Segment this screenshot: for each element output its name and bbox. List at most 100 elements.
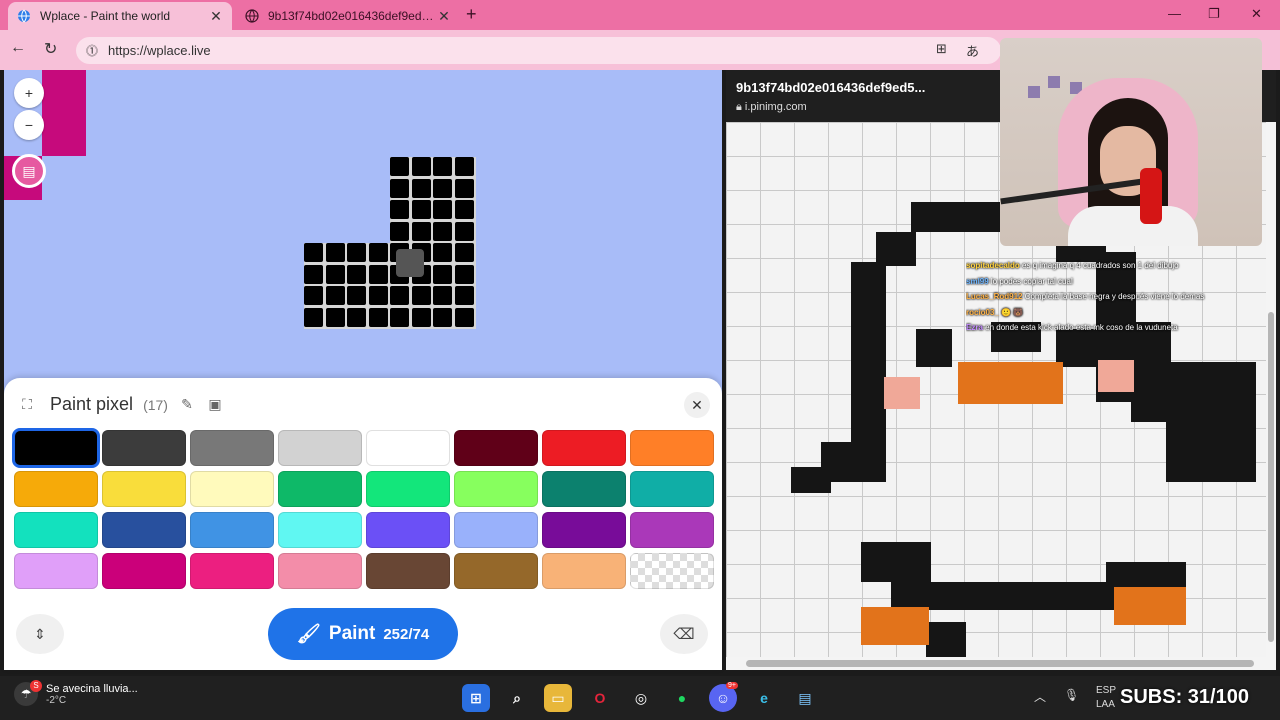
vertical-scrollbar[interactable]: [1266, 122, 1276, 657]
collapse-toggle-button[interactable]: ⇕: [16, 614, 64, 654]
color-swatch[interactable]: [190, 553, 274, 589]
color-swatch[interactable]: [102, 512, 186, 548]
color-swatch[interactable]: [542, 512, 626, 548]
zoom-out-button[interactable]: −: [14, 110, 44, 140]
address-bar[interactable]: ⓵ https://wplace.live: [76, 37, 1001, 64]
expand-icon[interactable]: ⛶: [18, 396, 36, 413]
color-swatch[interactable]: [190, 471, 274, 507]
color-swatch[interactable]: [366, 553, 450, 589]
weather-temp: -2°C: [46, 694, 67, 706]
globe-icon: [244, 8, 260, 24]
black-pixel: [455, 308, 474, 327]
drawing-stroke: [876, 232, 916, 266]
color-swatch[interactable]: [278, 553, 362, 589]
black-pixel: [455, 179, 474, 198]
chat-message: Ezra en donde esta kick alado esta mk co…: [966, 320, 1266, 336]
zoom-in-button[interactable]: +: [14, 78, 44, 108]
apps-icon[interactable]: ⊞: [936, 41, 947, 57]
drawing-stroke: [1166, 362, 1256, 482]
restore-icon[interactable]: ❐: [1208, 6, 1220, 22]
wall-frame: [1028, 86, 1040, 98]
paint-button[interactable]: 🖌 Paint 252/74: [268, 608, 458, 660]
color-swatch[interactable]: [278, 512, 362, 548]
color-swatch[interactable]: [630, 430, 714, 466]
search-icon[interactable]: ⌕: [503, 684, 531, 712]
color-swatch[interactable]: [454, 471, 538, 507]
site-info-icon[interactable]: ⓵: [86, 42, 98, 59]
close-icon[interactable]: ✕: [436, 8, 452, 25]
globe-icon: [16, 8, 32, 24]
black-pixel: [455, 157, 474, 176]
black-pixel: [412, 179, 431, 198]
color-swatch[interactable]: [102, 430, 186, 466]
scrollbar-thumb[interactable]: [746, 660, 1254, 667]
black-pixel: [326, 243, 345, 262]
browser-tab-strip: Wplace - Paint the world ✕ 9b13f74bd02e0…: [0, 0, 1280, 30]
twitch-icon[interactable]: ▤: [12, 154, 46, 188]
color-swatch[interactable]: [630, 471, 714, 507]
paint-panel: ⛶ Paint pixel (17) ✎ ▣ ✕ ⇕ 🖌 Paint 252/7…: [4, 378, 722, 670]
opera-icon[interactable]: O: [586, 684, 614, 712]
window-close-icon[interactable]: ✕: [1251, 6, 1262, 22]
obs-icon[interactable]: ◎: [627, 684, 655, 712]
image-icon[interactable]: ▣: [206, 396, 224, 413]
color-swatch[interactable]: [102, 471, 186, 507]
horizontal-scrollbar[interactable]: [726, 657, 1276, 670]
color-swatch[interactable]: [630, 512, 714, 548]
color-swatch[interactable]: [454, 512, 538, 548]
tray-expand-icon[interactable]: ︿: [1034, 688, 1046, 705]
black-pixel: [433, 243, 452, 262]
color-swatch[interactable]: [454, 430, 538, 466]
paint-panel-header: ⛶ Paint pixel (17) ✎ ▣: [18, 394, 224, 415]
color-swatch[interactable]: [278, 471, 362, 507]
chat-message: rocio03_ 🙂 🐻: [966, 305, 1266, 321]
spotify-icon[interactable]: ●: [668, 684, 696, 712]
close-icon[interactable]: ✕: [208, 8, 224, 25]
new-tab-icon[interactable]: +: [466, 4, 477, 25]
weather-widget[interactable]: ☂ Se avecina lluvia... -2°C S: [14, 680, 138, 706]
black-pixel: [347, 243, 366, 262]
color-swatch[interactable]: [542, 471, 626, 507]
microphone-icon[interactable]: 🎙︎: [1064, 688, 1079, 702]
color-swatch[interactable]: [542, 430, 626, 466]
color-swatch[interactable]: [278, 430, 362, 466]
brush-icon: 🖌: [296, 624, 321, 645]
subs-counter: SUBS: 31/100: [1120, 686, 1249, 708]
screen: Wplace - Paint the world ✕ 9b13f74bd02e0…: [0, 0, 1280, 720]
color-swatch[interactable]: [366, 471, 450, 507]
minimize-icon[interactable]: —: [1168, 6, 1181, 21]
color-swatch[interactable]: [454, 553, 538, 589]
black-pixel: [390, 179, 409, 198]
chat-username: Ezra: [966, 323, 986, 333]
tab-wplace[interactable]: Wplace - Paint the world ✕: [8, 2, 232, 30]
color-swatch-transparent[interactable]: [630, 553, 714, 589]
black-pixel: [433, 265, 452, 284]
black-pixel: [433, 179, 452, 198]
close-panel-button[interactable]: ✕: [684, 392, 710, 418]
color-swatch[interactable]: [14, 512, 98, 548]
reload-icon[interactable]: ↻: [44, 39, 57, 59]
color-swatch[interactable]: [366, 430, 450, 466]
scrollbar-thumb[interactable]: [1268, 312, 1274, 642]
color-swatch[interactable]: [190, 430, 274, 466]
back-icon[interactable]: ←: [10, 39, 26, 57]
color-swatch[interactable]: [12, 428, 100, 468]
color-swatch[interactable]: [14, 553, 98, 589]
file-explorer-icon[interactable]: ▭: [544, 684, 572, 712]
notepad-icon[interactable]: ▤: [791, 684, 819, 712]
language-indicator[interactable]: ESP LAA: [1096, 684, 1116, 712]
pencil-icon[interactable]: ✎: [178, 396, 196, 413]
color-swatch[interactable]: [14, 471, 98, 507]
tab-pinimg[interactable]: 9b13f74bd02e016436def9ed581… ✕: [236, 2, 460, 30]
translate-icon[interactable]: あ: [966, 41, 979, 60]
color-swatch[interactable]: [542, 553, 626, 589]
color-swatch[interactable]: [190, 512, 274, 548]
edge-icon[interactable]: e: [750, 684, 778, 712]
color-swatch[interactable]: [366, 512, 450, 548]
drawing-fill-orange: [958, 362, 1063, 404]
eraser-button[interactable]: ⌫: [660, 614, 708, 654]
windows-start-icon[interactable]: ⊞: [462, 684, 490, 712]
drawing-fill-orange: [861, 607, 929, 645]
black-pixel: [347, 265, 366, 284]
color-swatch[interactable]: [102, 553, 186, 589]
